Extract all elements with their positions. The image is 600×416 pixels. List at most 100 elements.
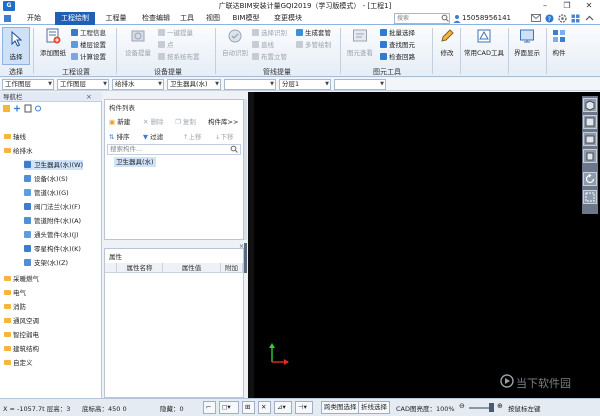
one-key-extract-button[interactable]: 一键提量 — [158, 28, 193, 38]
minimize-button[interactable]: – — [534, 0, 556, 12]
auto-identify-button[interactable]: 自动识别 — [220, 28, 250, 62]
snap-toggle-icon[interactable]: ◻▾ — [219, 401, 239, 414]
search-icon[interactable] — [441, 14, 449, 24]
nav-item-low-voltage[interactable]: 智控弱电 — [4, 330, 39, 340]
component-group-item[interactable]: 卫生器具(水) — [114, 157, 156, 167]
layer-select-2[interactable]: 工作图层 ▼ — [57, 79, 109, 90]
tab-bim-model[interactable]: BIM模型 — [228, 12, 264, 25]
nav-item-structure[interactable]: 建筑结构 — [4, 344, 39, 354]
zoom-extent-icon[interactable] — [583, 190, 597, 204]
move-down-button[interactable]: ↓下移 — [215, 131, 233, 141]
arrange-riser-button[interactable]: 布置立管 — [252, 52, 287, 62]
nav-item-support[interactable]: 支架(水)(Z) — [24, 258, 68, 268]
discipline-select[interactable]: 给排水 ▼ — [112, 79, 164, 90]
nav-item-heating[interactable]: 采暖燃气 — [4, 274, 39, 284]
layout-by-system-button[interactable]: 按系统布置 — [158, 52, 200, 62]
tab-draw[interactable]: 工程绘制 — [55, 12, 95, 25]
sort-button[interactable]: ⇅ 排序 — [109, 131, 130, 141]
nav-item-misc[interactable]: 零星构件(水)(K) — [24, 244, 81, 254]
copy-button[interactable]: ❐ 复制 — [175, 116, 196, 126]
quick-access-icon[interactable] — [3, 14, 12, 23]
brightness-slider-thumb[interactable] — [489, 403, 494, 412]
nav-item-hvac[interactable]: 通风空调 — [4, 316, 39, 326]
cross-layer-select-button[interactable]: 跨类图选择 — [321, 401, 360, 414]
search-icon[interactable] — [230, 145, 238, 155]
grid-menu-icon[interactable] — [571, 14, 580, 25]
nav-item-fitting[interactable]: 通头管件(水)(J) — [24, 230, 79, 240]
point-button[interactable]: 点 — [158, 40, 174, 50]
multi-tube-button[interactable]: 多管绘制 — [296, 40, 331, 50]
library-button[interactable]: 构件库>> — [208, 116, 238, 126]
tab-tools[interactable]: 工具 — [176, 12, 198, 25]
component-type-select[interactable]: 卫生器具(水) ▼ — [167, 79, 221, 90]
select-tool[interactable]: 选择 — [2, 27, 30, 65]
find-element-button[interactable]: 查找图元 — [380, 40, 415, 50]
move-up-button[interactable]: ↑上移 — [183, 131, 201, 141]
rotate-icon[interactable] — [583, 172, 597, 186]
generate-fitting-button[interactable]: 生成套管 — [296, 28, 331, 38]
view-top-icon[interactable] — [583, 115, 597, 129]
view-3d-icon[interactable] — [583, 98, 597, 112]
line-weight-icon[interactable]: ⊿▾ — [274, 401, 292, 414]
tab-start[interactable]: 开始 — [17, 12, 51, 25]
settings-icon[interactable] — [558, 14, 567, 25]
delete-button[interactable]: ✕ 删除 — [143, 116, 164, 126]
drawing-canvas[interactable]: 当下软件园 — [248, 92, 600, 398]
nav-item-valve[interactable]: 阀门法兰(水)(F) — [24, 202, 80, 212]
check-loop-button[interactable]: 检查回路 — [380, 52, 415, 62]
nav-close-icon[interactable]: × — [86, 93, 92, 101]
project-info-button[interactable]: 工程信息 — [71, 28, 106, 38]
nav-item-sanitary[interactable]: 卫生器具(水)(W) — [24, 160, 84, 170]
tab-quantity[interactable]: 工程量 — [99, 12, 133, 25]
cad-tools-button[interactable]: 常用CAD工具 — [462, 28, 506, 62]
tab-change-module[interactable]: 变更模块 — [268, 12, 308, 25]
expand-icon[interactable] — [585, 14, 594, 25]
add-drawing-button[interactable]: 添加图纸 — [38, 28, 68, 62]
floor-split-select[interactable]: 分层1 ▼ — [279, 79, 331, 90]
new-button[interactable]: ▣ 新建 — [109, 116, 130, 126]
mail-icon[interactable] — [531, 14, 541, 24]
close-button[interactable]: ✕ — [578, 0, 600, 12]
select-identify-button[interactable]: 选择识别 — [252, 28, 287, 38]
maximize-button[interactable]: ❐ — [556, 0, 578, 12]
tab-view[interactable]: 视图 — [202, 12, 224, 25]
nav-item-pipe-accessory[interactable]: 管道附件(水)(A) — [24, 216, 81, 226]
device-extract-button[interactable]: 设备提量 — [122, 28, 154, 62]
extra-select[interactable]: ▼ — [334, 79, 386, 90]
nav-item-custom[interactable]: 自定义 — [4, 358, 33, 368]
brightness-decrease-icon[interactable]: ⊖ — [459, 402, 465, 410]
ortho-toggle-icon[interactable]: ⌐ — [203, 401, 216, 414]
nav-item-fire[interactable]: 消防 — [4, 302, 26, 312]
batch-select-button[interactable]: 批量选择 — [380, 28, 415, 38]
view-side-icon[interactable] — [583, 149, 597, 163]
canvas-splitter[interactable] — [244, 243, 247, 273]
nav-item-pipe[interactable]: 管道(水)(G) — [24, 188, 69, 198]
interface-display-button[interactable]: 界面显示 — [510, 28, 544, 62]
component-button[interactable]: 构件 — [548, 28, 570, 62]
tab-check-edit[interactable]: 检查编辑 — [136, 12, 176, 25]
panel-splitter[interactable] — [244, 99, 247, 240]
component-select[interactable]: ▼ — [224, 79, 276, 90]
modify-button[interactable]: 修改 — [436, 28, 458, 62]
brightness-increase-icon[interactable]: ⊕ — [497, 402, 503, 410]
cross-toggle-icon[interactable]: ✕ — [258, 401, 271, 414]
component-search-input[interactable]: 搜索构件... — [107, 144, 241, 155]
calc-settings-button[interactable]: 计算设置 — [71, 52, 106, 62]
track-toggle-icon[interactable]: ⊣▾ — [295, 401, 313, 414]
nav-item-axis[interactable]: 轴线 — [4, 132, 26, 142]
filter-button[interactable]: ▼ 过滤 — [143, 131, 163, 141]
nav-item-water[interactable]: 给排水 — [4, 146, 33, 156]
layer-select-1[interactable]: 工作图层 ▼ — [2, 79, 54, 90]
view-front-icon[interactable] — [583, 132, 597, 146]
nav-tool-icons[interactable] — [3, 104, 43, 113]
user-account[interactable]: 15058956141 — [462, 13, 511, 24]
help-icon[interactable]: ? — [545, 14, 554, 25]
nav-item-electrical[interactable]: 电气 — [4, 288, 26, 298]
view-element-button[interactable]: 图元查看 — [345, 28, 375, 62]
grid-toggle-icon[interactable]: ⊞ — [242, 401, 255, 414]
nav-item-equipment[interactable]: 设备(水)(S) — [24, 174, 68, 184]
user-icon[interactable] — [453, 14, 461, 25]
line-button[interactable]: 直线 — [252, 40, 274, 50]
floor-settings-button[interactable]: 楼层设置 — [71, 40, 106, 50]
polyline-select-button[interactable]: 折线选择 — [358, 401, 390, 414]
